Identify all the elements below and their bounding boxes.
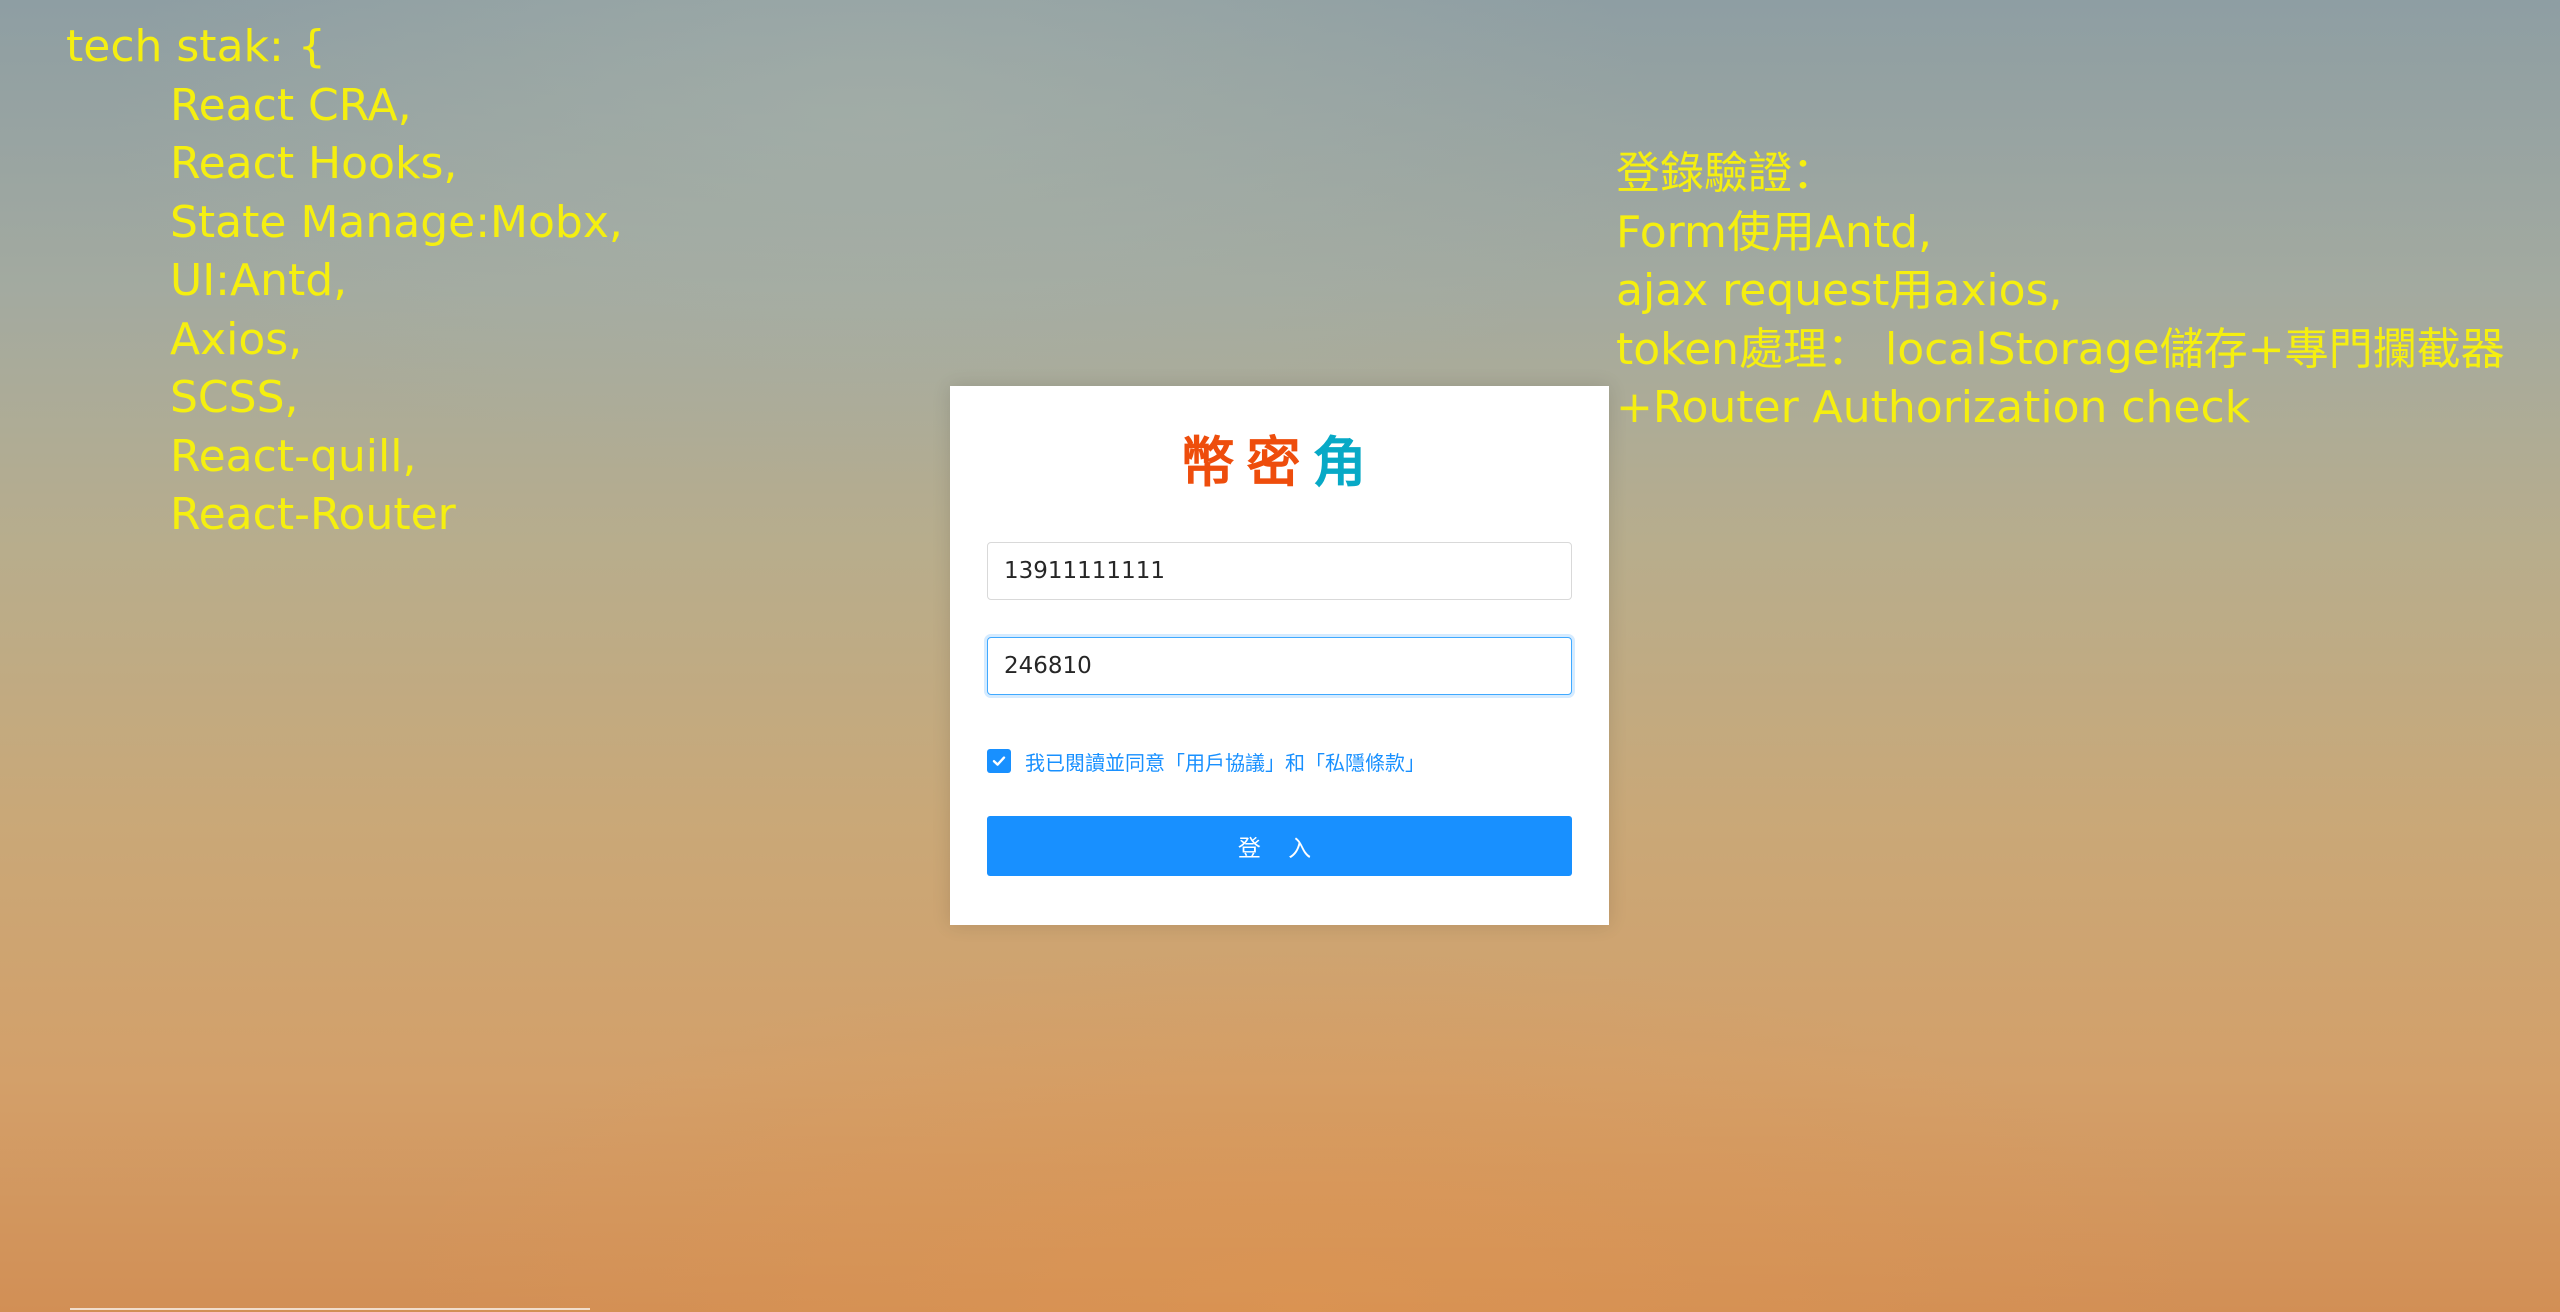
note-line: ajax request用axios, [1616, 265, 2063, 316]
note-line: Form使用Antd, [1616, 206, 1932, 258]
note-line: token處理： localStorage儲存+專門攔截器 [1616, 323, 2505, 375]
checkmark-icon [992, 756, 1006, 766]
agreement-checkbox-row[interactable]: 我已閱讀並同意「用戶協議」和「私隱條款」 [987, 746, 1425, 776]
note-line: tech stak: { [66, 21, 326, 72]
bottom-edge-line [70, 1308, 590, 1310]
note-line: 登錄驗證： [1616, 148, 1836, 199]
brand-char: 密 [1246, 431, 1313, 494]
login-button[interactable]: 登 入 [987, 816, 1572, 876]
agreement-checkbox[interactable] [987, 749, 1011, 773]
brand-logo: 幣密角 [950, 428, 1609, 498]
note-line: React-quill, [170, 430, 417, 482]
note-line: State Manage:Mobx, [170, 196, 623, 248]
brand-char: 幣 [1180, 431, 1247, 494]
agreement-label: 我已閱讀並同意「用戶協議」和「私隱條款」 [1025, 750, 1425, 775]
note-line: React-Router [170, 489, 456, 540]
login-card: 幣密角 我已閱讀並同意「用戶協議」和「私隱條款」 登 入 [950, 386, 1609, 925]
note-line: UI:Antd, [170, 255, 348, 306]
tech-stack-note: tech stak: { React CRA, React Hooks, Sta… [66, 18, 623, 545]
brand-char: 角 [1312, 431, 1379, 494]
verification-code-input[interactable] [987, 637, 1572, 695]
login-validation-note: 登錄驗證： Form使用Antd, ajax request用axios, to… [1616, 145, 2505, 438]
note-line: React CRA, [170, 79, 412, 131]
note-line: React Hooks, [170, 138, 458, 189]
note-line: +Router Authorization check [1616, 382, 2251, 433]
note-line: SCSS, [170, 372, 299, 423]
phone-input[interactable] [987, 542, 1572, 600]
note-line: Axios, [170, 313, 303, 365]
